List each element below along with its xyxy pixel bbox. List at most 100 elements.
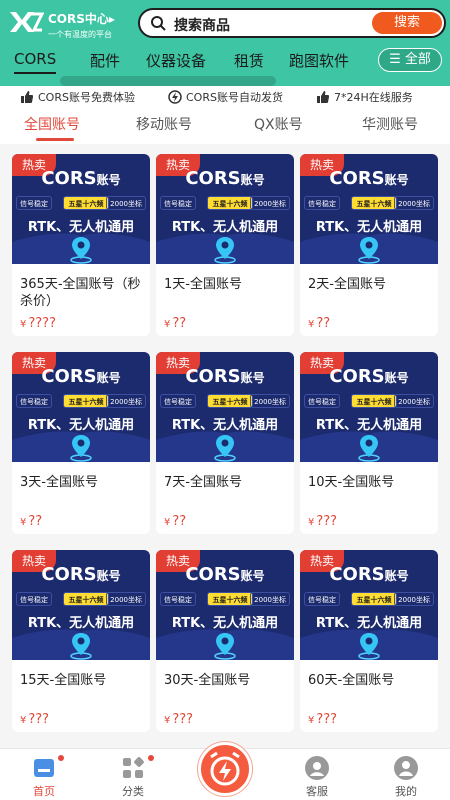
banner-subtitle: RTK、无人机通用 [27, 220, 135, 235]
chip-coordinates: 2000坐标 [250, 592, 290, 606]
home-badge-dot [58, 755, 64, 761]
location-pin-icon [214, 633, 236, 660]
thumbs-up-icon [317, 91, 329, 103]
product-name: 2天-全国账号 [308, 277, 386, 292]
product-price: ¥?? [164, 316, 187, 331]
chip-frequency: 五星十六频 [351, 196, 397, 210]
banner-subtitle: RTK、无人机通用 [171, 220, 279, 235]
product-card[interactable]: 热卖 CORS账号 信号稳定 五星十六频 2000坐标 RTK、无人机通用 60… [300, 550, 438, 732]
product-card[interactable]: 热卖 CORS账号 信号稳定 五星十六频 2000坐标 RTK、无人机通用 3天… [12, 352, 150, 534]
banner-chips: 信号稳定 五星十六频 2000坐标 [160, 592, 290, 606]
tab-national[interactable]: 全国账号 [24, 114, 80, 134]
tab-rental[interactable]: 租赁 [234, 50, 264, 71]
chip-frequency: 五星十六频 [63, 196, 109, 210]
tab-instruments[interactable]: 仪器设备 [146, 50, 206, 71]
nav-label: 我的 [395, 785, 417, 798]
scroll-indicator [60, 76, 276, 86]
chip-coordinates: 2000坐标 [394, 196, 434, 210]
product-name: 10天-全国账号 [308, 475, 395, 490]
banner-chips: 信号稳定 五星十六频 2000坐标 [16, 196, 146, 210]
chip-coordinates: 2000坐标 [250, 394, 290, 408]
product-card[interactable]: 热卖 CORS账号 信号稳定 五星十六频 2000坐标 RTK、无人机通用 15… [12, 550, 150, 732]
banner-subtitle: RTK、无人机通用 [171, 616, 279, 631]
product-name: 30天-全国账号 [164, 673, 251, 688]
category-badge-dot [148, 755, 154, 761]
banner-subtitle: RTK、无人机通用 [315, 220, 423, 235]
tab-cors[interactable]: CORS [14, 50, 57, 74]
chip-stable: 信号稳定 [160, 394, 196, 408]
product-price: ¥?? [20, 514, 43, 529]
location-pin-icon [70, 237, 92, 264]
all-categories-button[interactable]: ☰ 全部 [378, 48, 442, 72]
banner-title: CORS账号 [185, 168, 265, 189]
product-name: 7天-全国账号 [164, 475, 242, 490]
top-header: CORS中心▸ 一个有温度的平台 搜索商品 搜索 CORS 配件 仪器设备 租赁… [0, 0, 450, 86]
chip-stable: 信号稳定 [16, 196, 52, 210]
banner-chips: 信号稳定 五星十六频 2000坐标 [304, 394, 434, 408]
product-banner: 热卖 CORS账号 信号稳定 五星十六频 2000坐标 RTK、无人机通用 [156, 154, 294, 264]
lightning-icon [168, 90, 182, 104]
chip-stable: 信号稳定 [160, 592, 196, 606]
product-banner: 热卖 CORS账号 信号稳定 五星十六频 2000坐标 RTK、无人机通用 [12, 154, 150, 264]
tab-huace[interactable]: 华测账号 [362, 114, 418, 134]
home-icon [34, 759, 54, 777]
location-pin-icon [358, 435, 380, 462]
center-action-button[interactable] [198, 742, 252, 796]
chip-coordinates: 2000坐标 [394, 592, 434, 606]
banner-subtitle: RTK、无人机通用 [27, 616, 135, 631]
nav-home[interactable]: 首页 [14, 755, 74, 799]
chip-stable: 信号稳定 [304, 394, 340, 408]
chip-frequency: 五星十六频 [207, 592, 253, 606]
tab-mobile[interactable]: 移动账号 [136, 114, 192, 134]
banner-title: CORS账号 [41, 366, 121, 387]
benefit-text: 7*24H在线服务 [334, 91, 413, 104]
chip-coordinates: 2000坐标 [106, 394, 146, 408]
banner-chips: 信号稳定 五星十六频 2000坐标 [16, 394, 146, 408]
chip-stable: 信号稳定 [160, 196, 196, 210]
location-pin-icon [70, 633, 92, 660]
chip-frequency: 五星十六频 [63, 394, 109, 408]
nav-category[interactable]: 分类 [103, 755, 163, 799]
product-card[interactable]: 热卖 CORS账号 信号稳定 五星十六频 2000坐标 RTK、无人机通用 1天… [156, 154, 294, 336]
product-card[interactable]: 热卖 CORS账号 信号稳定 五星十六频 2000坐标 RTK、无人机通用 36… [12, 154, 150, 336]
banner-title: CORS账号 [41, 564, 121, 585]
product-card[interactable]: 热卖 CORS账号 信号稳定 五星十六频 2000坐标 RTK、无人机通用 30… [156, 550, 294, 732]
nav-label: 首页 [33, 785, 55, 798]
benefit-text: CORS账号免费体验 [38, 91, 135, 104]
search-input[interactable]: 搜索商品 [174, 15, 230, 35]
product-name: 60天-全国账号 [308, 673, 395, 688]
tab-software[interactable]: 跑图软件 [289, 50, 349, 71]
product-banner: 热卖 CORS账号 信号稳定 五星十六频 2000坐标 RTK、无人机通用 [12, 352, 150, 462]
banner-title: CORS账号 [185, 366, 265, 387]
banner-title: CORS账号 [329, 366, 409, 387]
brand-name[interactable]: CORS中心▸ [48, 10, 115, 27]
product-price: ¥??? [308, 514, 338, 529]
chip-frequency: 五星十六频 [207, 394, 253, 408]
tab-accessories[interactable]: 配件 [90, 50, 120, 71]
customer-service-icon [305, 756, 329, 780]
banner-subtitle: RTK、无人机通用 [315, 616, 423, 631]
chip-frequency: 五星十六频 [351, 394, 397, 408]
product-banner: 热卖 CORS账号 信号稳定 五星十六频 2000坐标 RTK、无人机通用 [300, 352, 438, 462]
location-pin-icon [214, 435, 236, 462]
brand-tagline: 一个有温度的平台 [48, 30, 112, 39]
product-name: 15天-全国账号 [20, 673, 107, 688]
product-card[interactable]: 热卖 CORS账号 信号稳定 五星十六频 2000坐标 RTK、无人机通用 2天… [300, 154, 438, 336]
search-bar[interactable]: 搜索商品 搜索 [138, 8, 446, 38]
product-card[interactable]: 热卖 CORS账号 信号稳定 五星十六频 2000坐标 RTK、无人机通用 10… [300, 352, 438, 534]
product-banner: 热卖 CORS账号 信号稳定 五星十六频 2000坐标 RTK、无人机通用 [300, 550, 438, 660]
search-button[interactable]: 搜索 [372, 12, 442, 34]
thumbs-up-icon [21, 91, 33, 103]
benefit-text: CORS账号自动发货 [186, 91, 283, 104]
chip-stable: 信号稳定 [304, 592, 340, 606]
chip-coordinates: 2000坐标 [394, 394, 434, 408]
banner-title: CORS账号 [329, 168, 409, 189]
location-pin-icon [358, 633, 380, 660]
product-grid: 热卖 CORS账号 信号稳定 五星十六频 2000坐标 RTK、无人机通用 36… [0, 144, 450, 748]
product-name: 365天-全国账号（秒杀价） [20, 277, 141, 309]
chip-frequency: 五星十六频 [351, 592, 397, 606]
nav-customer-service[interactable]: 客服 [287, 755, 347, 799]
tab-qx[interactable]: QX账号 [254, 114, 303, 134]
nav-profile[interactable]: 我的 [376, 755, 436, 799]
product-card[interactable]: 热卖 CORS账号 信号稳定 五星十六频 2000坐标 RTK、无人机通用 7天… [156, 352, 294, 534]
